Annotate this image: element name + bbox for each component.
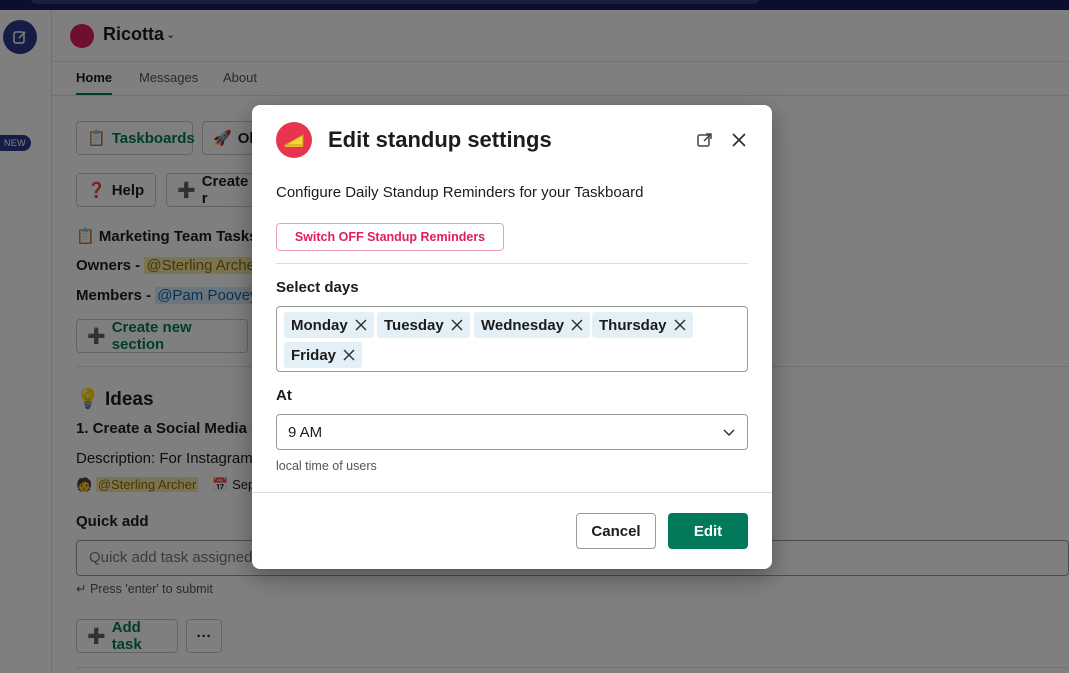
- chevron-down-icon: [723, 429, 735, 437]
- divider: [276, 263, 748, 264]
- edit-standup-modal: Edit standup settings Configure Daily St…: [252, 105, 772, 569]
- modal-title: Edit standup settings: [328, 127, 552, 152]
- remove-thursday-icon[interactable]: [673, 318, 687, 332]
- time-hint: local time of users: [276, 459, 377, 473]
- at-label: At: [276, 387, 292, 404]
- days-multiselect[interactable]: Monday Tuesday Wednesday Thursday Friday: [276, 306, 748, 372]
- day-chip-friday: Friday: [284, 342, 363, 368]
- time-select[interactable]: 9 AM: [276, 414, 748, 450]
- modal-description: Configure Daily Standup Reminders for yo…: [276, 184, 644, 201]
- remove-tuesday-icon[interactable]: [450, 318, 464, 332]
- remove-friday-icon[interactable]: [342, 348, 356, 362]
- cheese-icon: [283, 134, 304, 147]
- switch-off-reminders-button[interactable]: Switch OFF Standup Reminders: [276, 223, 504, 251]
- close-icon[interactable]: [729, 130, 749, 150]
- ricotta-logo: [276, 122, 312, 158]
- footer-divider: [252, 492, 772, 493]
- external-link-icon[interactable]: [696, 131, 714, 149]
- day-chip-thursday: Thursday: [592, 312, 693, 338]
- select-days-label: Select days: [276, 279, 359, 296]
- cancel-button[interactable]: Cancel: [576, 513, 656, 549]
- remove-wednesday-icon[interactable]: [570, 318, 584, 332]
- day-chip-monday: Monday: [284, 312, 374, 338]
- day-chip-wednesday: Wednesday: [474, 312, 591, 338]
- day-chip-tuesday: Tuesday: [377, 312, 470, 338]
- remove-monday-icon[interactable]: [354, 318, 368, 332]
- time-select-value: 9 AM: [288, 423, 323, 441]
- edit-button[interactable]: Edit: [668, 513, 748, 549]
